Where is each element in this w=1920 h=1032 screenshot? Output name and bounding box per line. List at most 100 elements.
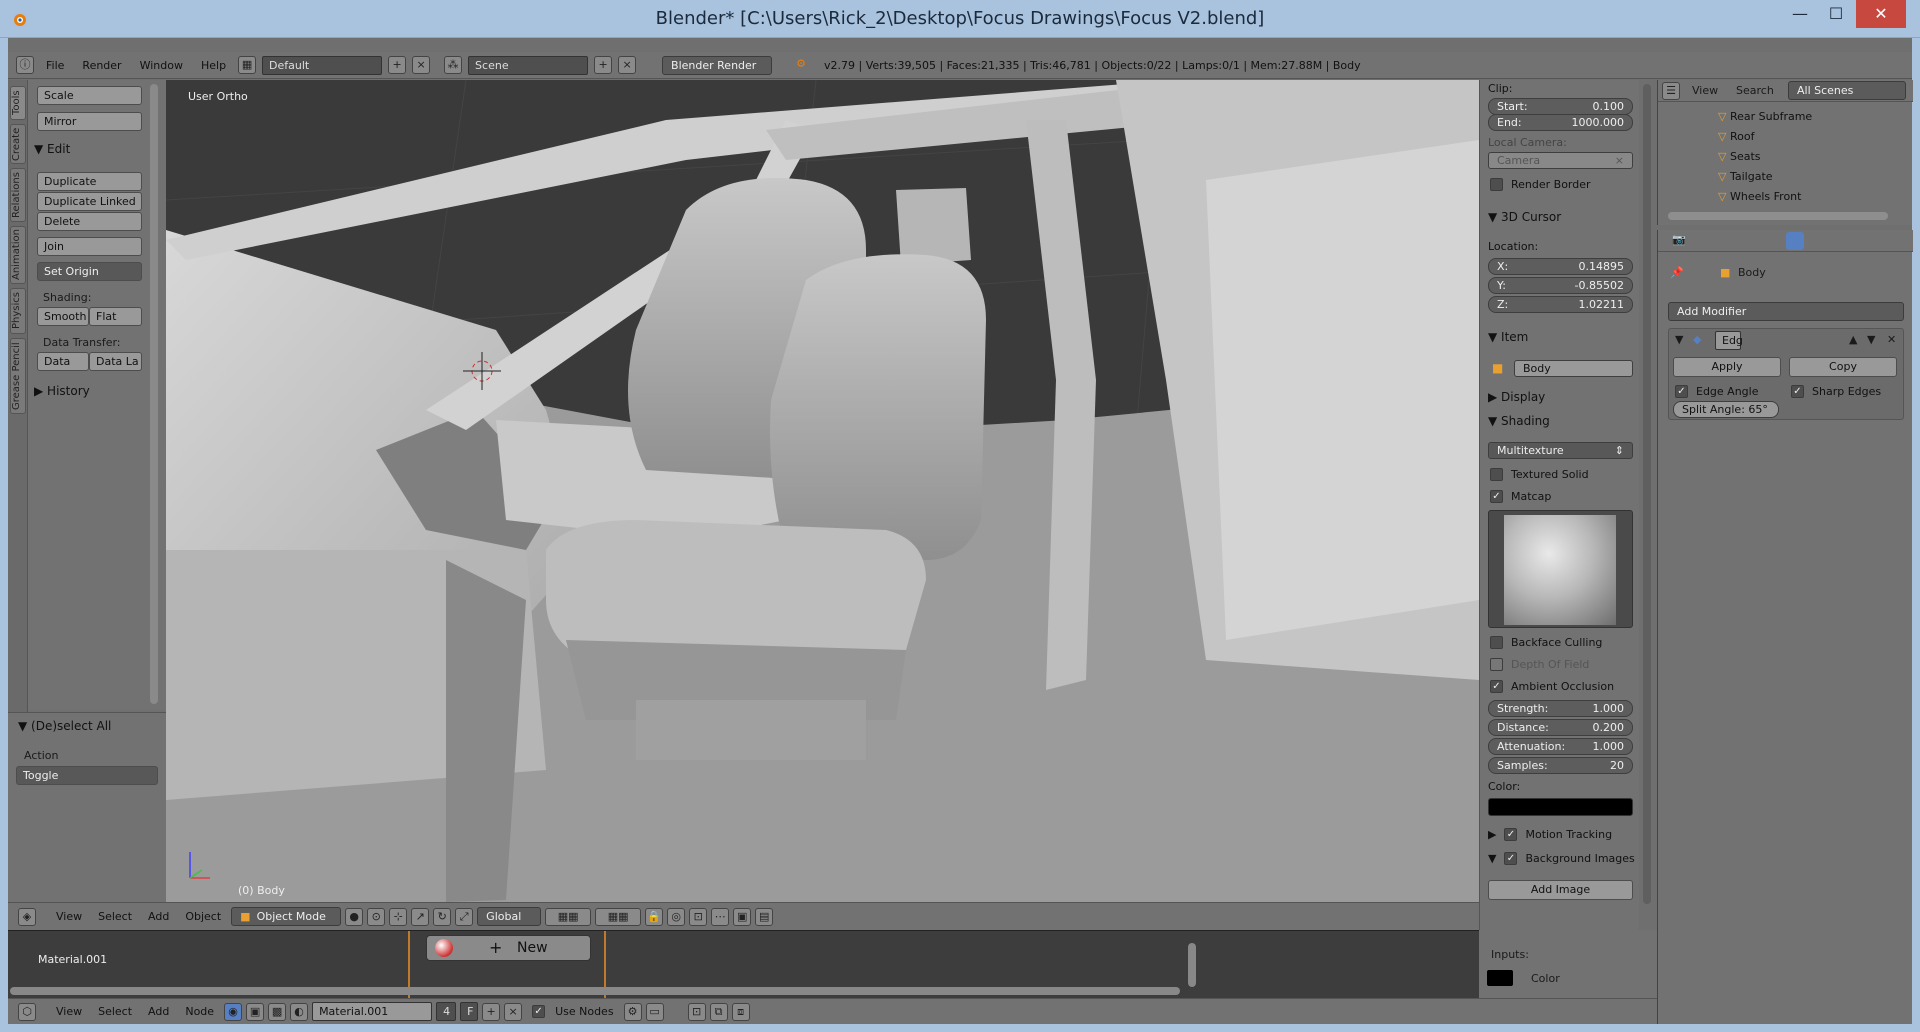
move-up-icon[interactable]: ▲ (1849, 333, 1857, 346)
tab-relations[interactable]: Relations (10, 168, 26, 222)
copy-button[interactable]: Copy (1789, 357, 1897, 377)
matcap-box[interactable]: ✓ (1490, 490, 1503, 503)
ao-attenuation-field[interactable]: Attenuation: 1.000 (1488, 738, 1633, 755)
duplicate-linked-button[interactable]: Duplicate Linked (37, 192, 142, 211)
ambient-occlusion-box[interactable]: ✓ (1490, 680, 1503, 693)
render-engine-dropdown[interactable]: Blender Render (662, 55, 773, 75)
background-images-box[interactable]: ✓ (1504, 852, 1518, 865)
edit-panel-header[interactable]: ▼ Edit (34, 142, 70, 156)
ao-distance-field[interactable]: Distance: 0.200 (1488, 719, 1633, 736)
editor-type-3d-icon[interactable]: ◈ (18, 907, 36, 926)
add-material-icon[interactable]: + (482, 1002, 501, 1021)
duplicate-button[interactable]: Duplicate (37, 172, 142, 191)
backface-culling-box[interactable] (1490, 636, 1503, 649)
action-dropdown[interactable]: Toggle (16, 766, 158, 785)
item-header[interactable]: ▼ Item (1488, 330, 1528, 344)
copy-node-icon[interactable]: ⧉ (709, 1002, 728, 1021)
layout-field[interactable]: Default (262, 55, 383, 75)
ao-color-swatch[interactable] (1488, 798, 1633, 816)
modifiers-tab-wrench-icon[interactable] (1786, 232, 1804, 250)
depth-of-field-checkbox[interactable]: Depth Of Field (1490, 658, 1589, 671)
texture-nodes-icon[interactable]: ▩ (268, 1002, 287, 1021)
ao-samples-field[interactable]: Samples: 20 (1488, 757, 1633, 774)
remove-scene-icon[interactable]: × (618, 56, 637, 74)
menu-render[interactable]: Render (76, 59, 127, 72)
node-tool-2-icon[interactable]: ▭ (645, 1002, 664, 1021)
node-scrollbar[interactable] (1188, 943, 1196, 987)
outliner-row[interactable]: ▽ Rear Subframe (1718, 110, 1812, 123)
translate-icon[interactable]: ↗ (411, 907, 430, 926)
snap-element-icon[interactable]: ⋯ (711, 907, 730, 926)
tab-animation[interactable]: Animation (10, 226, 26, 284)
outliner-row[interactable]: ▽ Tailgate (1718, 170, 1773, 183)
cursor-x-field[interactable]: X: 0.14895 (1488, 258, 1633, 275)
editor-type-info-icon[interactable]: ⓘ (16, 56, 34, 74)
split-angle-field[interactable]: Split Angle: 65° (1673, 401, 1779, 418)
data-button[interactable]: Data (37, 352, 89, 371)
motion-tracking-header[interactable]: ▶ ✓ Motion Tracking (1488, 828, 1612, 841)
mode-dropdown[interactable]: ■ Object Mode (231, 907, 342, 926)
textured-solid-checkbox[interactable]: Textured Solid (1490, 468, 1589, 481)
shading-header[interactable]: ▼ Shading (1488, 414, 1550, 428)
orientation-dropdown[interactable]: Global (477, 907, 542, 926)
node-tool-1-icon[interactable]: ⚙ (623, 1002, 642, 1021)
edge-angle-box[interactable]: ✓ (1675, 385, 1688, 398)
join-button[interactable]: Join (37, 237, 142, 256)
menu-help[interactable]: Help (195, 59, 232, 72)
menu-window[interactable]: Window (134, 59, 189, 72)
cursor-z-field[interactable]: Z: 1.02211 (1488, 296, 1633, 313)
rotate-icon[interactable]: ↻ (433, 907, 452, 926)
material-users-field[interactable]: 4 (436, 1002, 457, 1021)
shader-nodes-icon[interactable]: ◉ (224, 1002, 243, 1021)
vp-menu-add[interactable]: Add (142, 910, 175, 923)
tab-physics[interactable]: Physics (10, 288, 26, 334)
flat-button[interactable]: Flat (89, 307, 142, 326)
vp-menu-view[interactable]: View (50, 910, 88, 923)
snap-icon[interactable]: ⊡ (689, 907, 708, 926)
outliner-row[interactable]: ▽ Roof (1718, 130, 1754, 143)
ao-strength-field[interactable]: Strength: 1.000 (1488, 700, 1633, 717)
lock-layers-icon[interactable]: 🔒 (645, 907, 664, 926)
render-border-box[interactable] (1490, 178, 1503, 191)
material-browse-icon[interactable]: ◐ (290, 1002, 309, 1021)
3d-cursor-header[interactable]: ▼ 3D Cursor (1488, 210, 1561, 224)
new-material-button[interactable]: New (517, 940, 548, 956)
node-menu-add[interactable]: Add (142, 1005, 175, 1018)
clear-camera-icon[interactable]: × (1615, 153, 1624, 168)
paste-node-icon[interactable]: ⧈ (731, 1002, 750, 1021)
maximize-button[interactable]: ☐ (1814, 0, 1858, 28)
item-name-field[interactable]: Body (1514, 360, 1633, 377)
tab-create[interactable]: Create (10, 124, 26, 164)
textured-solid-box[interactable] (1490, 468, 1503, 481)
unlink-material-icon[interactable]: × (504, 1002, 523, 1021)
data-layout-button[interactable]: Data La (89, 352, 142, 371)
node-editor[interactable]: Material.001 + New (8, 930, 1657, 999)
depth-of-field-box[interactable] (1490, 658, 1503, 671)
matcap-preview[interactable] (1488, 510, 1633, 628)
history-panel-header[interactable]: ▶ History (34, 384, 90, 398)
add-image-button[interactable]: Add Image (1488, 880, 1633, 900)
tab-tools[interactable]: Tools (10, 86, 26, 120)
delete-button[interactable]: Delete (37, 212, 142, 231)
scale-icon[interactable]: ⤢ (455, 907, 474, 926)
opengl-render-icon[interactable]: ▣ (733, 907, 752, 926)
cursor-y-field[interactable]: Y: -0.85502 (1488, 277, 1633, 294)
viewport-shading-icon[interactable]: ● (345, 907, 364, 926)
3d-viewport[interactable]: User Ortho (0) Body (166, 80, 1479, 902)
node-hscrollbar[interactable] (10, 987, 1180, 995)
camera-field[interactable]: Camera × (1488, 152, 1633, 169)
scale-button[interactable]: Scale (37, 86, 142, 105)
pin-icon[interactable]: 📌 (1670, 266, 1684, 279)
clip-start-field[interactable]: Start: 0.100 (1488, 98, 1633, 115)
clip-end-field[interactable]: End: 1000.000 (1488, 114, 1633, 131)
npanel-scrollbar[interactable] (1643, 84, 1651, 904)
manipulator-icon[interactable]: ⊹ (389, 907, 408, 926)
node-menu-node[interactable]: Node (179, 1005, 220, 1018)
sharp-edges-checkbox[interactable]: ✓ Sharp Edges (1791, 385, 1881, 398)
outliner-menu-search[interactable]: Search (1736, 84, 1774, 97)
smooth-button[interactable]: Smooth (37, 307, 89, 326)
new-material-widget[interactable]: + New (426, 935, 591, 961)
tab-grease-pencil[interactable]: Grease Pencil (10, 338, 26, 414)
mirror-button[interactable]: Mirror (37, 112, 142, 131)
layers-2-icon[interactable]: ▦▦ (595, 907, 642, 926)
